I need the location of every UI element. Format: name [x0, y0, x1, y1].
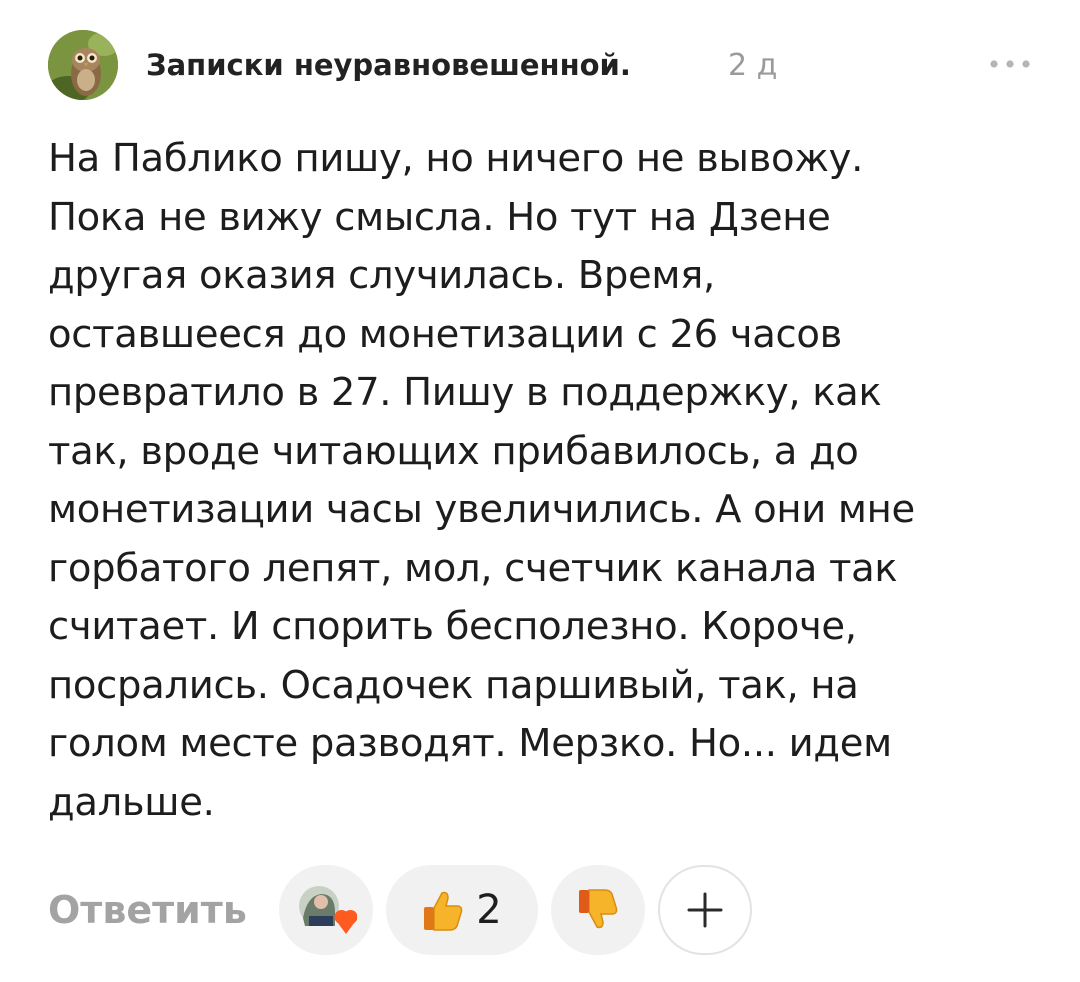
like-count: 2	[476, 887, 502, 933]
thumbs-up-icon	[424, 891, 463, 931]
like-button[interactable]: 2	[386, 865, 538, 955]
dislike-button[interactable]	[551, 865, 645, 955]
comment-body: На Паблико пишу, но ничего не вывожу. По…	[48, 136, 915, 825]
comment-timestamp: 2 д	[728, 48, 778, 83]
reactions-button[interactable]	[279, 865, 373, 955]
add-reaction-button[interactable]	[658, 865, 752, 955]
owl-avatar-icon	[48, 30, 118, 100]
author-avatar[interactable]	[48, 30, 118, 100]
thumbs-down-icon	[579, 889, 618, 929]
plus-icon	[687, 892, 723, 928]
comment-actions: Ответить 2	[48, 862, 1038, 958]
reply-button[interactable]: Ответить	[48, 888, 247, 932]
comment-header: Записки неуравновешенной. 2 д	[48, 30, 1038, 100]
more-dots-icon	[990, 60, 1030, 68]
author-name[interactable]: Записки неуравновешенной.	[146, 48, 631, 82]
reaction-avatar-heart-icon	[299, 886, 357, 934]
more-options-button[interactable]	[982, 46, 1038, 82]
